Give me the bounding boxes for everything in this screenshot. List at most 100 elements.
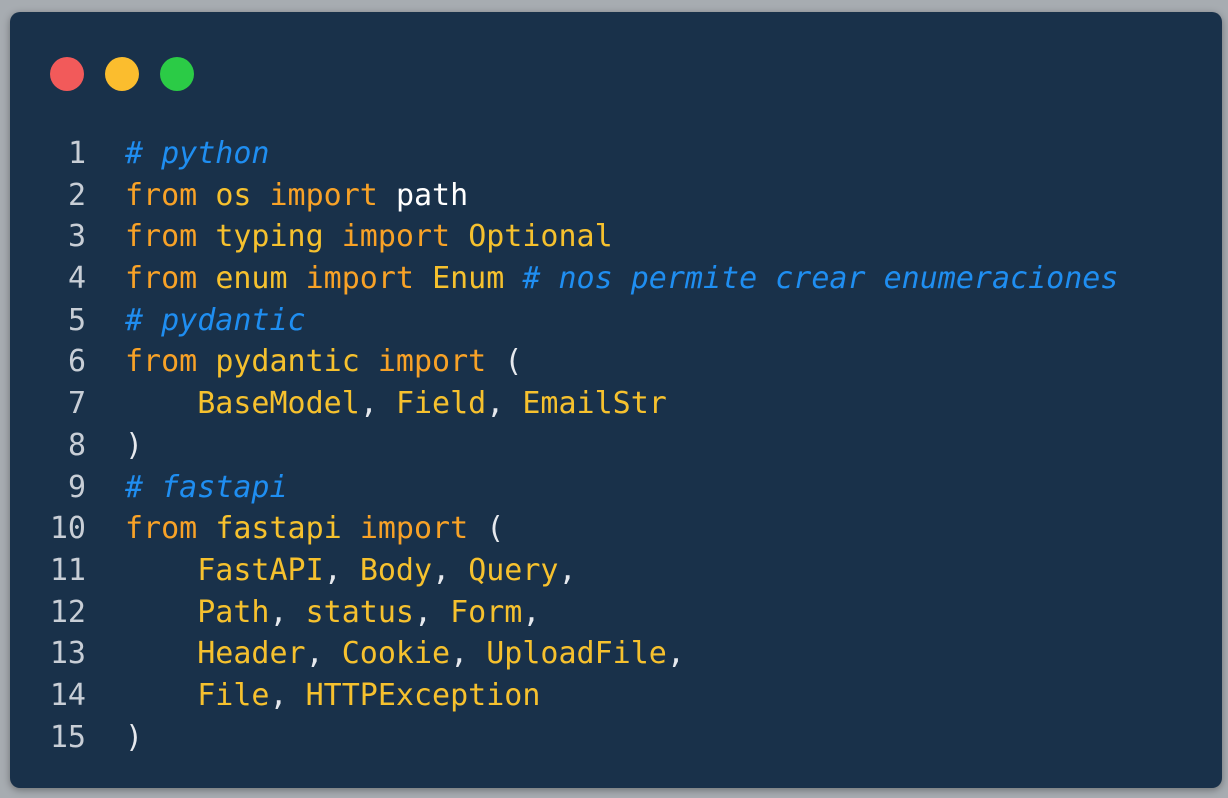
code-token: fastapi (215, 511, 342, 547)
code-token: , (269, 677, 306, 713)
line-number: 10 (49, 511, 86, 547)
code-token: import (359, 511, 469, 547)
code-token: typing (215, 219, 324, 255)
code-token: Form (450, 594, 523, 630)
line-number: 12 (49, 594, 86, 630)
code-token: Path (197, 594, 270, 630)
line-number: 2 (67, 177, 86, 213)
code-token: , (558, 552, 577, 588)
code-token: pydantic (215, 344, 360, 380)
code-token: ( (504, 344, 523, 380)
code-line: 13 Header, Cookie, UploadFile, (10, 633, 1118, 675)
code-token: , (486, 386, 523, 422)
code-token: from (125, 219, 198, 255)
code-line: 4 from enum import Enum # nos permite cre… (10, 258, 1118, 300)
code-token: import (377, 344, 487, 380)
code-token: EmailStr (522, 386, 667, 422)
line-number: 7 (67, 386, 86, 422)
code-comment: # python (125, 136, 270, 171)
line-number: 13 (49, 636, 86, 672)
line-number: 15 (49, 719, 86, 755)
code-line: 1 # python (10, 133, 1118, 175)
code-token: import (305, 261, 414, 297)
code-token: FastAPI (197, 552, 324, 588)
code-comment: # fastapi (125, 469, 288, 505)
code-token: import (341, 219, 451, 255)
code-token: HTTPException (305, 677, 541, 713)
code-token: , (414, 594, 451, 630)
line-number: 4 (67, 261, 86, 297)
code-token: ) (125, 427, 144, 463)
line-number: 3 (67, 219, 86, 255)
line-number: 14 (49, 677, 86, 713)
code-token: path (395, 177, 469, 213)
line-number: 1 (67, 136, 86, 171)
minimize-dot-icon[interactable] (105, 57, 139, 91)
code-token: import (269, 177, 378, 213)
code-token: from (125, 344, 198, 380)
code-line: 5 # pydantic (10, 300, 1118, 342)
code-token: , (323, 552, 360, 588)
code-comment: # pydantic (125, 302, 306, 338)
code-token: Field (395, 386, 487, 422)
code-token: , (305, 636, 342, 672)
line-number: 11 (49, 552, 86, 588)
code-line: 9 # fastapi (10, 467, 1118, 509)
code-token: , (432, 552, 469, 588)
code-token: enum (215, 261, 288, 297)
code-token: BaseModel (197, 386, 360, 422)
code-line: 11 FastAPI, Body, Query, (10, 550, 1118, 592)
line-number: 8 (67, 427, 86, 463)
code-line: 2 from os import path (10, 175, 1118, 217)
code-line: 15) (10, 717, 1118, 759)
code-window: 1 # python 2 from os import path 3 from typin… (10, 12, 1222, 788)
code-line: 7 BaseModel, Field, EmailStr (10, 383, 1118, 425)
code-token: File (197, 677, 270, 713)
code-line: 6 from pydantic import ( (10, 341, 1118, 383)
maximize-dot-icon[interactable] (160, 57, 194, 91)
code-token: from (125, 261, 198, 297)
code-token: , (522, 594, 541, 630)
line-number: 5 (67, 302, 86, 338)
code-token: , (359, 386, 396, 422)
code-token: os (215, 177, 252, 213)
line-number: 9 (67, 469, 86, 505)
code-token: status (305, 594, 414, 630)
code-line: 14 File, HTTPException (10, 675, 1118, 717)
code-token: Header (197, 636, 306, 672)
code-token: , (666, 636, 685, 672)
code-token: Body (359, 552, 433, 588)
code-token: Cookie (341, 636, 451, 672)
code-token: Query (468, 552, 559, 588)
code-line: 8) (10, 425, 1118, 467)
line-number: 6 (67, 344, 86, 380)
code-token: , (269, 594, 306, 630)
code-line: 3 from typing import Optional (10, 216, 1118, 258)
close-dot-icon[interactable] (50, 57, 84, 91)
code-token: UploadFile (486, 636, 667, 672)
code-token: from (125, 177, 198, 213)
code-block: 1 # python 2 from os import path 3 from typin… (10, 133, 1119, 759)
code-token: from (125, 511, 198, 547)
code-comment: # nos permite crear enumeraciones (522, 261, 1119, 297)
code-token: ( (486, 511, 505, 547)
code-token: Enum (432, 261, 505, 297)
